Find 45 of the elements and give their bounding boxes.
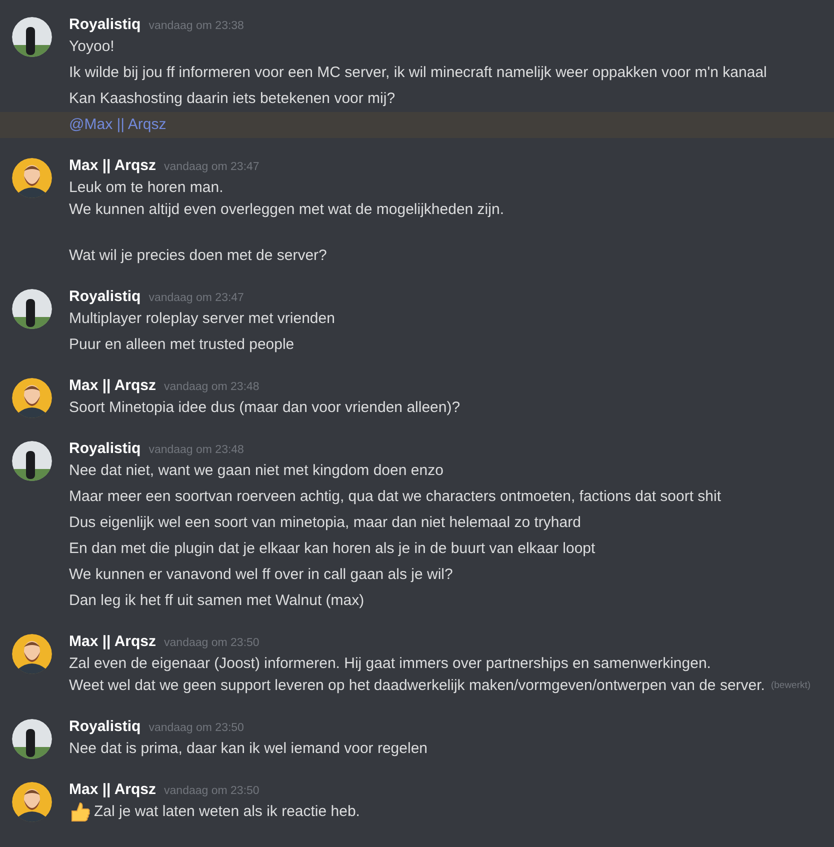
message-text: Kan Kaashosting daarin iets betekenen voor mij? bbox=[69, 89, 396, 109]
message-text: Dus eigenlijk wel een soort van minetopia, maar dan niet helemaal zo tryhard bbox=[69, 513, 581, 533]
message-text: Soort Minetopia idee dus (maar dan voor vrienden alleen)? bbox=[69, 398, 460, 418]
message-text: Nee dat niet, want we gaan niet met kingdom doen enzo bbox=[69, 461, 444, 481]
username[interactable]: Royalistiq bbox=[69, 440, 141, 457]
message-text: We kunnen altijd even overleggen met wat de mogelijkheden zijn. bbox=[69, 200, 504, 220]
avatar-icon[interactable] bbox=[12, 158, 52, 198]
message-text: Wat wil je precies doen met de server? bbox=[69, 246, 327, 266]
message-text: En dan met die plugin dat je elkaar kan horen als je in de buurt van elkaar loopt bbox=[69, 539, 596, 559]
timestamp: vandaag om 23:50 bbox=[164, 785, 260, 797]
message-text: Nee dat is prima, daar kan ik wel iemand voor regelen bbox=[69, 739, 428, 759]
message-text: Weet wel dat we geen support leveren op het daadwerkelijk maken/vormgeven/ontwerpen van de server. bbox=[69, 676, 765, 696]
avatar-icon[interactable] bbox=[12, 782, 52, 822]
thumbs-up-icon bbox=[69, 801, 91, 823]
avatar-photo-placeholder[interactable] bbox=[12, 719, 52, 759]
username[interactable]: Max || Arqsz bbox=[69, 781, 156, 798]
username[interactable]: Royalistiq bbox=[69, 718, 141, 735]
username[interactable]: Royalistiq bbox=[69, 288, 141, 305]
timestamp: vandaag om 23:48 bbox=[164, 381, 260, 393]
message-text: Zal je wat laten weten als ik reactie heb. bbox=[94, 802, 360, 822]
message-text: Leuk om te horen man. bbox=[69, 178, 224, 198]
message-text: Puur en alleen met trusted people bbox=[69, 335, 294, 355]
edited-label: (bewerkt) bbox=[770, 679, 811, 693]
message-text: Yoyoo! bbox=[69, 37, 114, 57]
timestamp: vandaag om 23:50 bbox=[148, 722, 244, 734]
avatar-photo-placeholder[interactable] bbox=[12, 17, 52, 57]
avatar-icon[interactable] bbox=[12, 378, 52, 418]
message-text: Multiplayer roleplay server met vrienden bbox=[69, 309, 335, 329]
message-text: Dan leg ik het ff uit samen met Walnut (max) bbox=[69, 591, 364, 611]
message-text: Ik wilde bij jou ff informeren voor een MC server, ik wil minecraft namelijk weer oppakken voor m'n kanaal bbox=[69, 63, 767, 83]
username[interactable]: Royalistiq bbox=[69, 16, 141, 33]
timestamp: vandaag om 23:38 bbox=[148, 20, 244, 32]
avatar-photo-placeholder[interactable] bbox=[12, 289, 52, 329]
message-text: We kunnen er vanavond wel ff over in call gaan als je wil? bbox=[69, 565, 453, 585]
timestamp: vandaag om 23:50 bbox=[164, 637, 260, 649]
message-text: Zal even de eigenaar (Joost) informeren. Hij gaat immers over partnerships en samenwerkingen. bbox=[69, 654, 711, 674]
username[interactable]: Max || Arqsz bbox=[69, 377, 156, 394]
timestamp: vandaag om 23:48 bbox=[148, 444, 244, 456]
avatar-icon[interactable] bbox=[12, 634, 52, 674]
username[interactable]: Max || Arqsz bbox=[69, 157, 156, 174]
message-text: Maar meer een soortvan roerveen achtig, qua dat we characters ontmoeten, factions dat soort shit bbox=[69, 487, 722, 507]
timestamp: vandaag om 23:47 bbox=[164, 161, 260, 173]
timestamp: vandaag om 23:47 bbox=[148, 292, 244, 304]
avatar-photo-placeholder[interactable] bbox=[12, 441, 52, 481]
username[interactable]: Max || Arqsz bbox=[69, 633, 156, 650]
